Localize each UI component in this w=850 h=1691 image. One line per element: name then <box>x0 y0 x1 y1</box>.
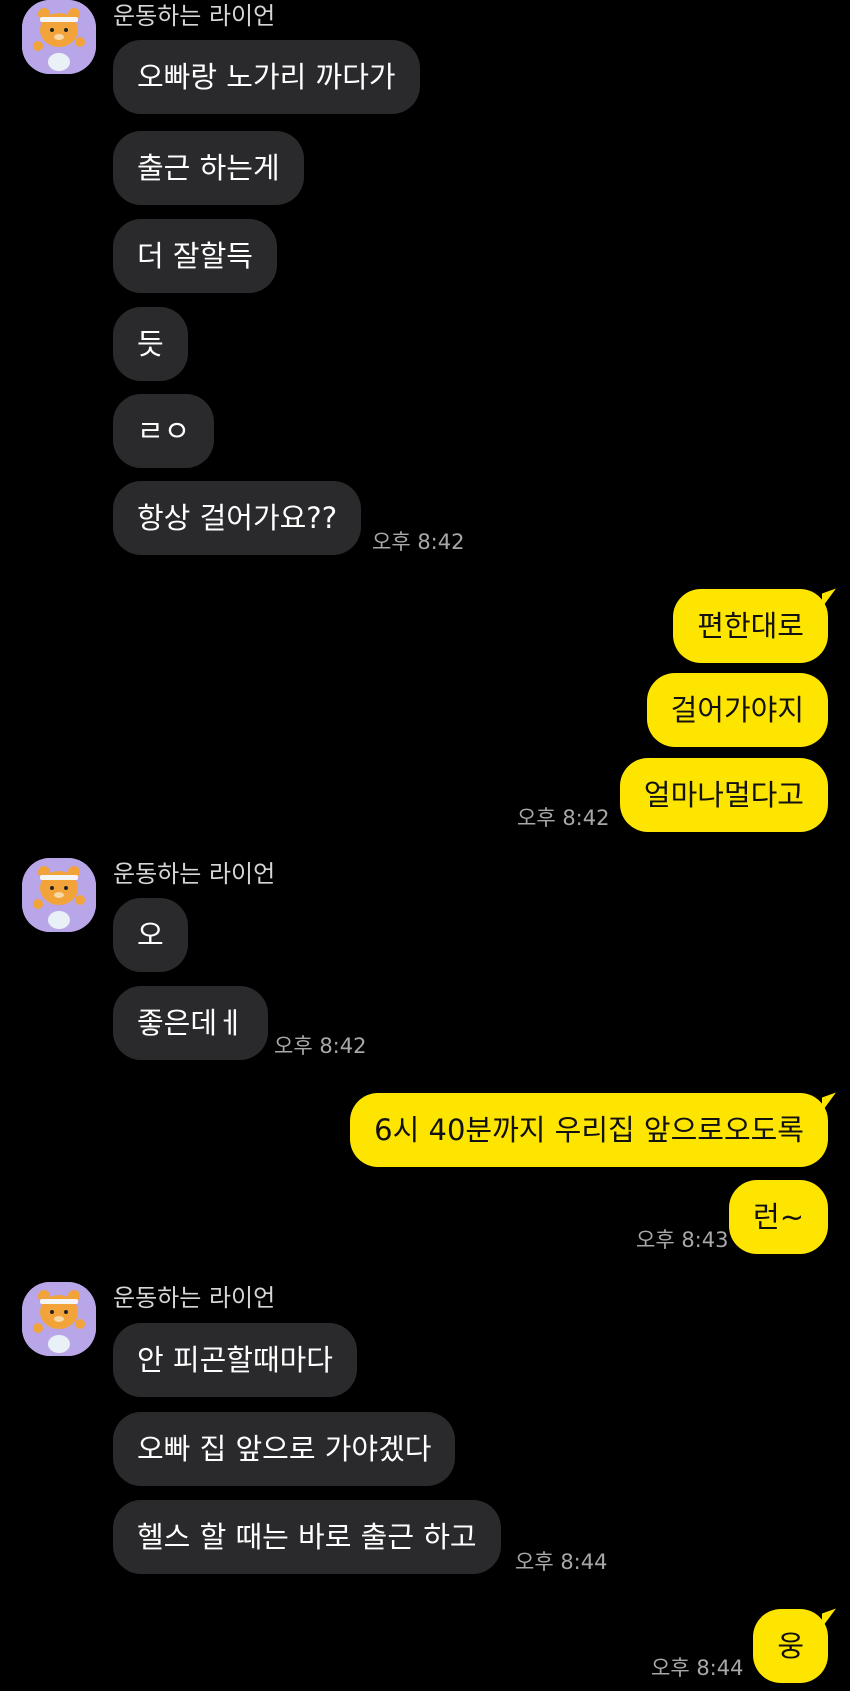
avatar[interactable] <box>22 0 96 74</box>
message-bubble[interactable]: 안 피곤할때마다 <box>113 1323 357 1397</box>
message-bubble[interactable]: 오 <box>113 898 188 972</box>
my-message-bubble[interactable]: 런~ <box>729 1180 828 1254</box>
ryan-avatar-icon <box>22 0 96 74</box>
message-bubble[interactable]: 오빠랑 노가리 까다가 <box>113 40 420 114</box>
sender-name: 운동하는 라이언 <box>113 2 276 30</box>
my-message-bubble[interactable]: 6시 40분까지 우리집 앞으로오도록 <box>350 1093 828 1167</box>
avatar[interactable] <box>22 858 96 932</box>
message-bubble[interactable]: 출근 하는게 <box>113 131 304 205</box>
message-time: 오후 8:43 <box>636 1228 729 1252</box>
message-bubble[interactable]: ㄹㅇ <box>113 394 215 468</box>
my-message-bubble[interactable]: 걸어가야지 <box>646 673 828 747</box>
message-time: 오후 8:42 <box>372 530 465 554</box>
ryan-avatar-icon <box>22 858 96 932</box>
message-time: 오후 8:44 <box>515 1550 608 1574</box>
message-bubble[interactable]: 더 잘할득 <box>113 219 277 293</box>
message-bubble[interactable]: 헬스 할 때는 바로 출근 하고 <box>113 1500 501 1574</box>
my-message-bubble[interactable]: 편한대로 <box>673 589 828 663</box>
message-time: 오후 8:42 <box>517 806 610 830</box>
avatar[interactable] <box>22 1282 96 1356</box>
message-bubble[interactable]: 듯 <box>113 307 188 381</box>
message-time: 오후 8:44 <box>651 1656 744 1680</box>
sender-name: 운동하는 라이언 <box>113 1284 276 1312</box>
message-bubble[interactable]: 항상 걸어가요?? <box>113 481 362 555</box>
message-bubble[interactable]: 좋은데ㅔ <box>113 986 268 1060</box>
message-bubble[interactable]: 오빠 집 앞으로 가야겠다 <box>113 1412 456 1486</box>
message-time: 오후 8:42 <box>274 1034 367 1058</box>
my-message-bubble[interactable]: 얼마나멀다고 <box>619 758 828 832</box>
my-message-bubble[interactable]: 웅 <box>753 1609 828 1683</box>
sender-name: 운동하는 라이언 <box>113 860 276 888</box>
ryan-avatar-icon <box>22 1282 96 1356</box>
